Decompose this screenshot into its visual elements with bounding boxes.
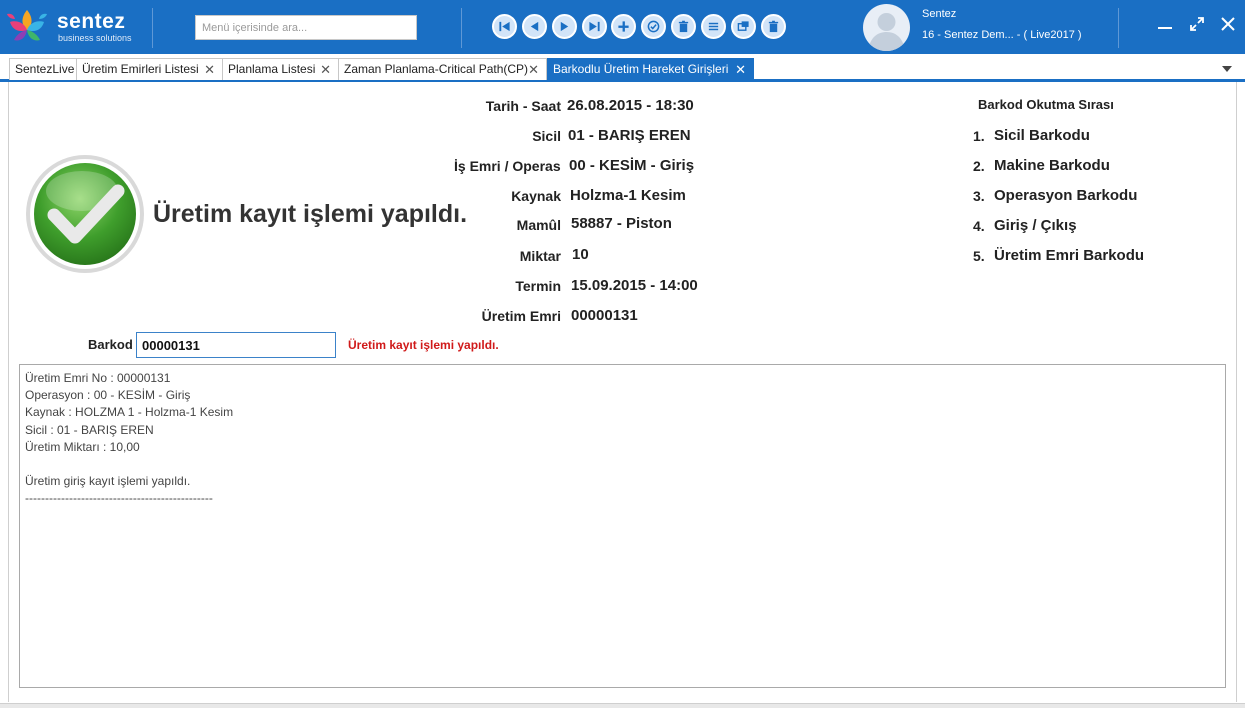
user-name: Sentez (922, 8, 957, 20)
tab-label: Üretim Emirleri Listesi (82, 62, 199, 76)
last-icon (589, 21, 600, 32)
uretim-emri-value: 00000131 (571, 307, 638, 324)
header-divider (152, 8, 153, 48)
tab-list-dropdown-icon[interactable] (1220, 64, 1234, 74)
mamul-label: Mamûl (516, 217, 561, 233)
tab-bar: SentezLive Üretim Emirleri Listesi ✕ Pla… (0, 54, 1245, 82)
tab-close-icon[interactable]: ✕ (204, 59, 215, 80)
delete-icon (678, 20, 689, 33)
minimize-icon (1158, 27, 1172, 29)
isemri-value: 00 - KESİM - Giriş (569, 157, 695, 174)
miktar-value: 10 (572, 246, 589, 263)
step-number: 4. (973, 218, 985, 234)
step-text: Makine Barkodu (994, 157, 1110, 174)
trash-icon (768, 20, 779, 33)
first-icon (499, 21, 510, 32)
company-database[interactable]: 16 - Sentez Dem... - ( Live2017 ) (922, 29, 1082, 41)
tarih-value: 26.08.2015 - 18:30 (567, 97, 694, 114)
tab-label: SentezLive (15, 62, 75, 76)
next-icon (560, 21, 569, 32)
log-line: Operasyon : 00 - KESİM - Giriş (25, 388, 191, 403)
close-window-button[interactable] (1218, 14, 1238, 34)
list-button[interactable] (701, 14, 726, 39)
minimize-button[interactable] (1155, 14, 1175, 34)
termin-label: Termin (515, 278, 561, 294)
miktar-label: Miktar (519, 248, 561, 264)
trash-button[interactable] (761, 14, 786, 39)
prev-icon (530, 21, 539, 32)
barcode-order-title: Barkod Okutma Sırası (978, 97, 1114, 112)
user-avatar[interactable] (863, 4, 910, 51)
header-divider (1118, 8, 1119, 48)
tab-label: Zaman Planlama-Critical Path(CP) (344, 62, 529, 76)
tab-uretim-emirleri-listesi[interactable]: Üretim Emirleri Listesi ✕ (76, 58, 223, 80)
delete-button[interactable] (671, 14, 696, 39)
tab-planlama-listesi[interactable]: Planlama Listesi ✕ (222, 58, 339, 80)
brand-tagline: business solutions (58, 33, 132, 43)
tab-zaman-planlama[interactable]: Zaman Planlama-Critical Path(CP) ✕ (338, 58, 547, 80)
user-avatar-icon (868, 13, 905, 51)
kaynak-label: Kaynak (511, 188, 561, 204)
tab-close-icon[interactable]: ✕ (320, 59, 331, 80)
add-icon (618, 21, 629, 32)
log-line: Üretim Miktarı : 10,00 (25, 439, 140, 454)
top-bar: sentez business solutions Sentez 16 - Se… (0, 0, 1245, 54)
previous-record-button[interactable] (522, 14, 547, 39)
approve-icon (647, 20, 660, 33)
step-text: Üretim Emri Barkodu (994, 247, 1145, 264)
tab-label: Planlama Listesi (228, 62, 316, 76)
step-number: 5. (973, 248, 985, 264)
last-record-button[interactable] (582, 14, 607, 39)
step-number: 2. (973, 158, 985, 174)
add-button[interactable] (611, 14, 636, 39)
tab-label: Barkodlu Üretim Hareket Girişleri (553, 62, 729, 76)
log-line: Sicil : 01 - BARIŞ EREN (25, 422, 154, 437)
success-check-icon (26, 155, 144, 273)
next-record-button[interactable] (552, 14, 577, 39)
log-line: ----------------------------------------… (25, 491, 213, 506)
tarih-label: Tarih - Saat (485, 98, 561, 114)
log-line: Üretim Emri No : 00000131 (25, 371, 171, 385)
tab-sentezlive[interactable]: SentezLive (9, 58, 77, 80)
window-bottom-edge (0, 703, 1245, 708)
maximize-icon (1190, 17, 1204, 31)
tab-close-icon[interactable]: ✕ (528, 59, 539, 80)
approve-button[interactable] (641, 14, 666, 39)
kaynak-value: Holzma-1 Kesim (570, 187, 686, 204)
barkod-status-message: Üretim kayıt işlemi yapıldı. (348, 338, 499, 352)
sicil-label: Sicil (532, 128, 561, 144)
step-number: 3. (973, 188, 985, 204)
log-line: Kaynak : HOLZMA 1 - Holzma-1 Kesim (25, 405, 234, 420)
sicil-value: 01 - BARIŞ EREN (568, 127, 691, 144)
barkod-label: Barkod (88, 337, 133, 352)
success-message: Üretim kayıt işlemi yapıldı. (153, 200, 468, 228)
first-record-button[interactable] (492, 14, 517, 39)
close-icon (1221, 17, 1235, 31)
termin-value: 15.09.2015 - 14:00 (571, 277, 698, 294)
process-log[interactable]: Üretim Emri No : 00000131 Operasyon : 00… (19, 364, 1226, 688)
barkod-input[interactable] (136, 332, 336, 358)
tab-close-icon[interactable]: ✕ (735, 59, 746, 80)
maximize-button[interactable] (1187, 14, 1207, 34)
sentez-logo-icon (7, 10, 47, 41)
list-icon (708, 22, 719, 31)
step-text: Sicil Barkodu (994, 127, 1090, 144)
uretim-emri-label: Üretim Emri (481, 308, 561, 324)
isemri-label: İş Emri / Operas (454, 158, 561, 174)
mamul-value: 58887 - Piston (571, 215, 672, 232)
step-text: Operasyon Barkodu (994, 187, 1138, 204)
window-icon (737, 21, 749, 31)
tab-barkodlu-uretim[interactable]: Barkodlu Üretim Hareket Girişleri ✕ (547, 58, 754, 80)
log-line: Üretim giriş kayıt işlemi yapıldı. (25, 474, 191, 489)
step-text: Giriş / Çıkış (994, 217, 1077, 234)
header-divider (461, 8, 462, 48)
new-window-button[interactable] (731, 14, 756, 39)
brand-name: sentez (57, 10, 126, 33)
menu-search-input[interactable] (195, 15, 417, 40)
step-number: 1. (973, 128, 985, 144)
